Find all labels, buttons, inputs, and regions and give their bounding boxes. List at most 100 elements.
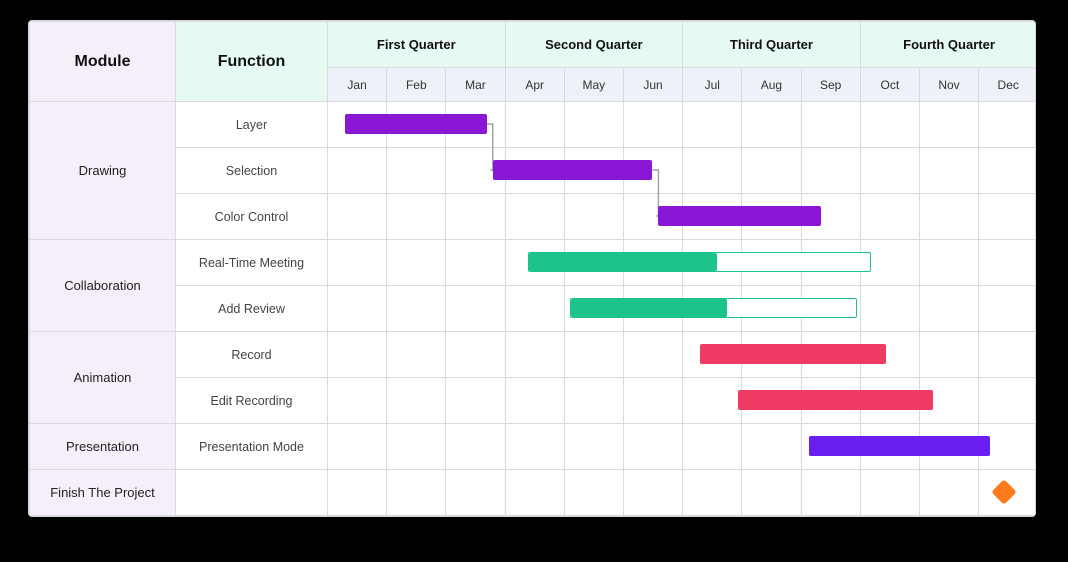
lane-cell — [387, 424, 446, 470]
lane-cell — [328, 424, 387, 470]
lane-cell — [328, 194, 387, 240]
lane-cell — [446, 378, 505, 424]
header-function: Function — [176, 22, 328, 102]
lane-cell — [564, 102, 623, 148]
header-month: Dec — [979, 68, 1036, 102]
function-cell: Add Review — [176, 286, 328, 332]
lane-cell — [979, 378, 1036, 424]
table-row: DrawingLayer — [30, 102, 1037, 148]
function-cell: Layer — [176, 102, 328, 148]
lane-cell — [505, 470, 564, 516]
module-cell: Finish The Project — [30, 470, 176, 516]
lane-cell — [328, 286, 387, 332]
lane-cell — [860, 194, 919, 240]
gantt-bar[interactable] — [493, 160, 653, 180]
lane-cell — [446, 470, 505, 516]
header-month: Jul — [683, 68, 742, 102]
lane-cell — [623, 470, 682, 516]
lane-cell — [328, 378, 387, 424]
header-q3: Third Quarter — [683, 22, 861, 68]
lane-cell — [505, 286, 564, 332]
lane-cell — [505, 102, 564, 148]
lane-cell — [860, 470, 919, 516]
header-month: Oct — [860, 68, 919, 102]
header-q1: First Quarter — [328, 22, 506, 68]
lane-cell — [505, 378, 564, 424]
header-module: Module — [30, 22, 176, 102]
lane-cell — [919, 286, 978, 332]
header-month: Aug — [742, 68, 801, 102]
lane-cell — [742, 424, 801, 470]
lane-cell — [446, 194, 505, 240]
header-q4: Fourth Quarter — [860, 22, 1036, 68]
lane-cell — [387, 194, 446, 240]
function-cell: Edit Recording — [176, 378, 328, 424]
lane-cell — [979, 194, 1036, 240]
lane-cell — [979, 148, 1036, 194]
gantt-bar[interactable] — [700, 344, 886, 364]
lane-cell — [683, 148, 742, 194]
header-month: Feb — [387, 68, 446, 102]
lane-cell — [446, 240, 505, 286]
lane-cell — [387, 148, 446, 194]
lane-cell — [328, 240, 387, 286]
gantt-bar[interactable] — [809, 436, 989, 456]
lane-cell — [387, 332, 446, 378]
lane-cell — [623, 102, 682, 148]
function-cell: Presentation Mode — [176, 424, 328, 470]
lane-cell — [742, 148, 801, 194]
lane-cell — [919, 240, 978, 286]
lane-cell — [860, 102, 919, 148]
lane-cell — [505, 332, 564, 378]
lane-cell — [742, 470, 801, 516]
table-row: Add Review — [30, 286, 1037, 332]
lane-cell — [505, 194, 564, 240]
header-month: Jan — [328, 68, 387, 102]
gantt-bar[interactable] — [345, 114, 487, 134]
function-cell — [176, 470, 328, 516]
header-month: Sep — [801, 68, 860, 102]
lane-cell — [446, 286, 505, 332]
table-row: Finish The Project — [30, 470, 1037, 516]
lane-cell — [919, 194, 978, 240]
lane-cell — [328, 148, 387, 194]
gantt-chart: Module Function First Quarter Second Qua… — [28, 20, 1036, 517]
lane-cell — [387, 470, 446, 516]
gantt-bar[interactable] — [738, 390, 933, 410]
lane-cell — [446, 424, 505, 470]
header-month: Mar — [446, 68, 505, 102]
gantt-bar[interactable] — [658, 206, 821, 226]
function-cell: Color Control — [176, 194, 328, 240]
lane-cell — [387, 286, 446, 332]
lane-cell — [683, 102, 742, 148]
header-month: Jun — [623, 68, 682, 102]
lane-cell — [328, 470, 387, 516]
lane-cell — [979, 286, 1036, 332]
gantt-bar[interactable] — [528, 252, 871, 272]
lane-cell — [328, 332, 387, 378]
lane-cell — [860, 148, 919, 194]
lane-cell — [801, 148, 860, 194]
lane-cell — [919, 332, 978, 378]
lane-cell — [683, 424, 742, 470]
lane-cell — [564, 332, 623, 378]
header-q2: Second Quarter — [505, 22, 683, 68]
lane-cell — [387, 378, 446, 424]
gantt-bar[interactable] — [570, 298, 857, 318]
lane-cell — [387, 240, 446, 286]
lane-cell — [564, 470, 623, 516]
lane-cell — [564, 424, 623, 470]
header-month: Nov — [919, 68, 978, 102]
lane-cell — [623, 424, 682, 470]
lane-cell — [623, 332, 682, 378]
lane-cell — [683, 378, 742, 424]
header-month: May — [564, 68, 623, 102]
lane-cell — [860, 286, 919, 332]
lane-cell — [623, 378, 682, 424]
lane-cell — [979, 240, 1036, 286]
lane-cell — [919, 148, 978, 194]
module-cell: Presentation — [30, 424, 176, 470]
lane-cell — [979, 332, 1036, 378]
function-cell: Record — [176, 332, 328, 378]
lane-cell — [564, 378, 623, 424]
